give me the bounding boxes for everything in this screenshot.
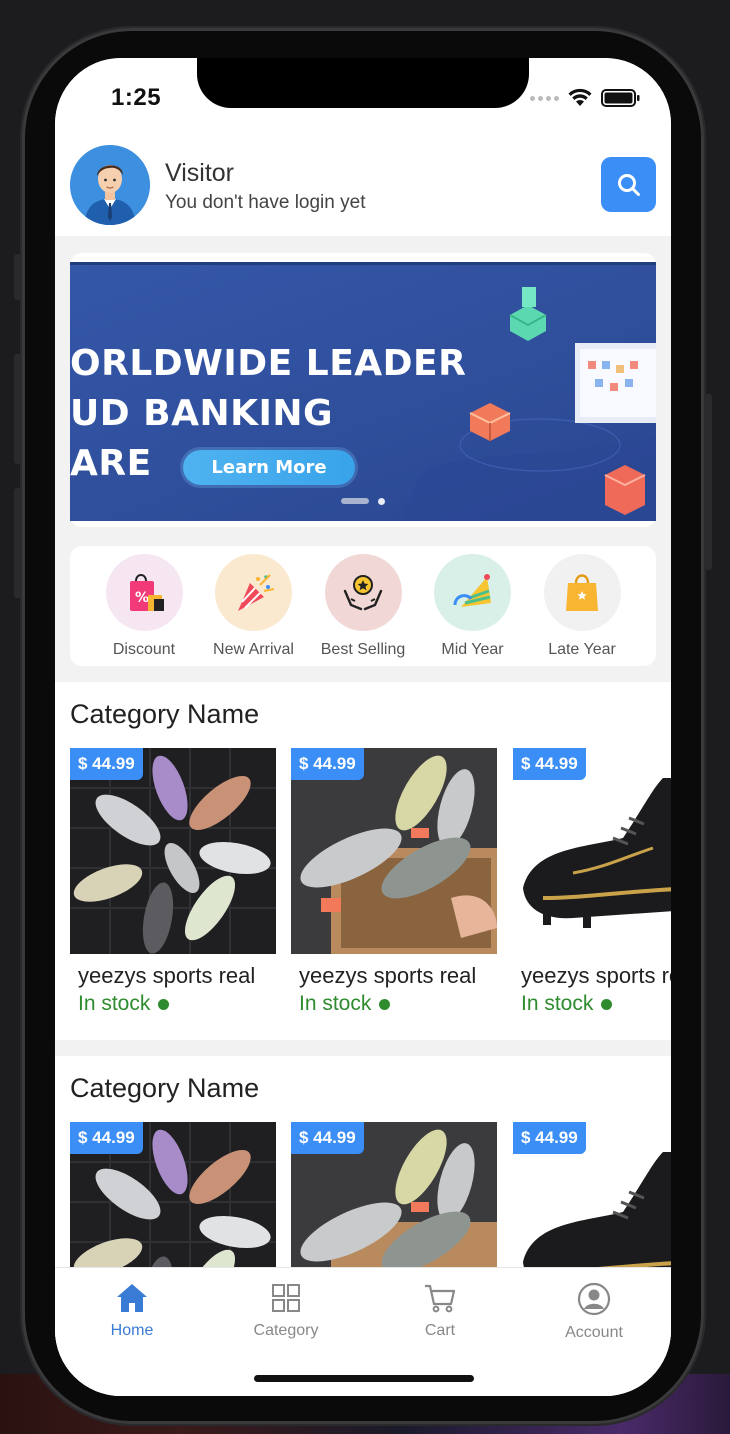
product-card[interactable]: $ 44.99 yeezys sports real In stock [513,748,671,1016]
tab-account[interactable]: Account [517,1268,671,1396]
stock-status: In stock [78,992,276,1016]
volume-down-button [14,488,22,598]
account-icon [577,1282,611,1316]
quick-category-label: Best Selling [320,641,406,658]
home-indicator[interactable] [254,1375,474,1382]
profile-header: Visitor You don't have login yet [55,134,671,236]
carousel-indicator[interactable] [378,498,385,505]
quick-categories: % Discount New Arrival Best Selling Mid … [70,546,656,666]
discount-bag-icon: % [105,554,183,631]
banner-headline-3: ARE [70,443,152,484]
product-name: yeezys sports real [78,963,256,988]
category-section: Category Name $ 44.99 yeezys sports real… [55,682,671,1040]
banner-headline-2: UD BANKING [70,393,334,434]
mute-switch [14,254,22,300]
stock-status: In stock [521,992,671,1016]
home-icon [117,1284,147,1312]
visitor-name: Visitor [165,159,235,187]
quick-category-label: Mid Year [441,641,504,658]
quick-category-discount[interactable]: % Discount [96,546,192,666]
search-button[interactable] [601,157,656,212]
product-image[interactable]: $ 44.99 [70,748,276,954]
tab-label: Category [253,1322,319,1339]
status-icons [530,88,641,108]
in-stock-dot-icon [601,998,613,1010]
price-tag: $ 44.99 [291,1122,364,1154]
shopping-bag-icon [543,554,621,631]
award-hands-icon [324,554,402,631]
search-icon [617,173,640,196]
stock-status: In stock [299,992,497,1016]
stock-status-label: In stock [299,992,372,1015]
app-screen: 1:25 Visitor You don't have login yet OR… [55,58,671,1396]
quick-category-best-selling[interactable]: Best Selling [315,546,411,666]
status-time: 1:25 [111,84,162,111]
party-popper-icon [215,554,292,631]
bottom-tab-bar: Home Category Cart Account [55,1267,671,1396]
quick-category-late-year[interactable]: Late Year [534,546,630,666]
price-tag: $ 44.99 [513,1122,586,1154]
battery-icon [601,89,640,107]
section-title: Category Name [70,1073,260,1103]
price-tag: $ 44.99 [70,748,143,780]
avatar-man-icon[interactable] [70,145,150,225]
product-name: yeezys sports real [299,963,477,988]
stock-status-label: In stock [521,992,594,1015]
cart-icon [425,1284,456,1313]
section-title: Category Name [70,699,260,729]
cellular-signal-icon [530,95,559,101]
carousel-indicator-active[interactable] [341,498,369,504]
login-status-text: You don't have login yet [165,192,366,213]
price-tag: $ 44.99 [513,748,586,780]
banner-slide[interactable]: ORLDWIDE LEADER UD BANKING ARE Learn Mor… [70,262,656,521]
stock-status-label: In stock [78,992,151,1015]
tab-label: Cart [424,1322,456,1339]
tab-label: Account [565,1324,623,1341]
product-card[interactable]: $ 44.99 yeezys sports real In stock [70,748,276,1016]
quick-category-label: Discount [112,641,176,658]
wifi-icon [568,88,592,106]
quick-category-label: Late Year [548,641,616,658]
quick-category-mid-year[interactable]: Mid Year [425,546,521,666]
quick-category-new-arrival[interactable]: New Arrival [206,546,302,666]
power-button [704,394,712,570]
grid-icon [272,1284,300,1312]
product-image[interactable]: $ 44.99 [291,748,497,954]
price-tag: $ 44.99 [291,748,364,780]
quick-category-label: New Arrival [213,641,294,658]
notch [197,58,529,108]
product-card[interactable]: $ 44.99 yeezys sports real In stock [291,748,497,1016]
in-stock-dot-icon [379,998,391,1010]
banner-carousel[interactable]: ORLDWIDE LEADER UD BANKING ARE Learn Mor… [70,253,656,527]
banner-headline-1: ORLDWIDE LEADER [70,343,467,384]
tab-home[interactable]: Home [55,1268,209,1396]
tab-label: Home [110,1322,154,1339]
learn-more-button[interactable]: Learn More [183,450,355,485]
volume-up-button [14,354,22,464]
product-name: yeezys sports real [521,963,671,988]
product-image[interactable]: $ 44.99 [513,748,671,954]
party-hat-icon [434,554,511,631]
price-tag: $ 44.99 [70,1122,143,1154]
in-stock-dot-icon [158,998,170,1010]
svg-text:%: % [135,590,149,606]
